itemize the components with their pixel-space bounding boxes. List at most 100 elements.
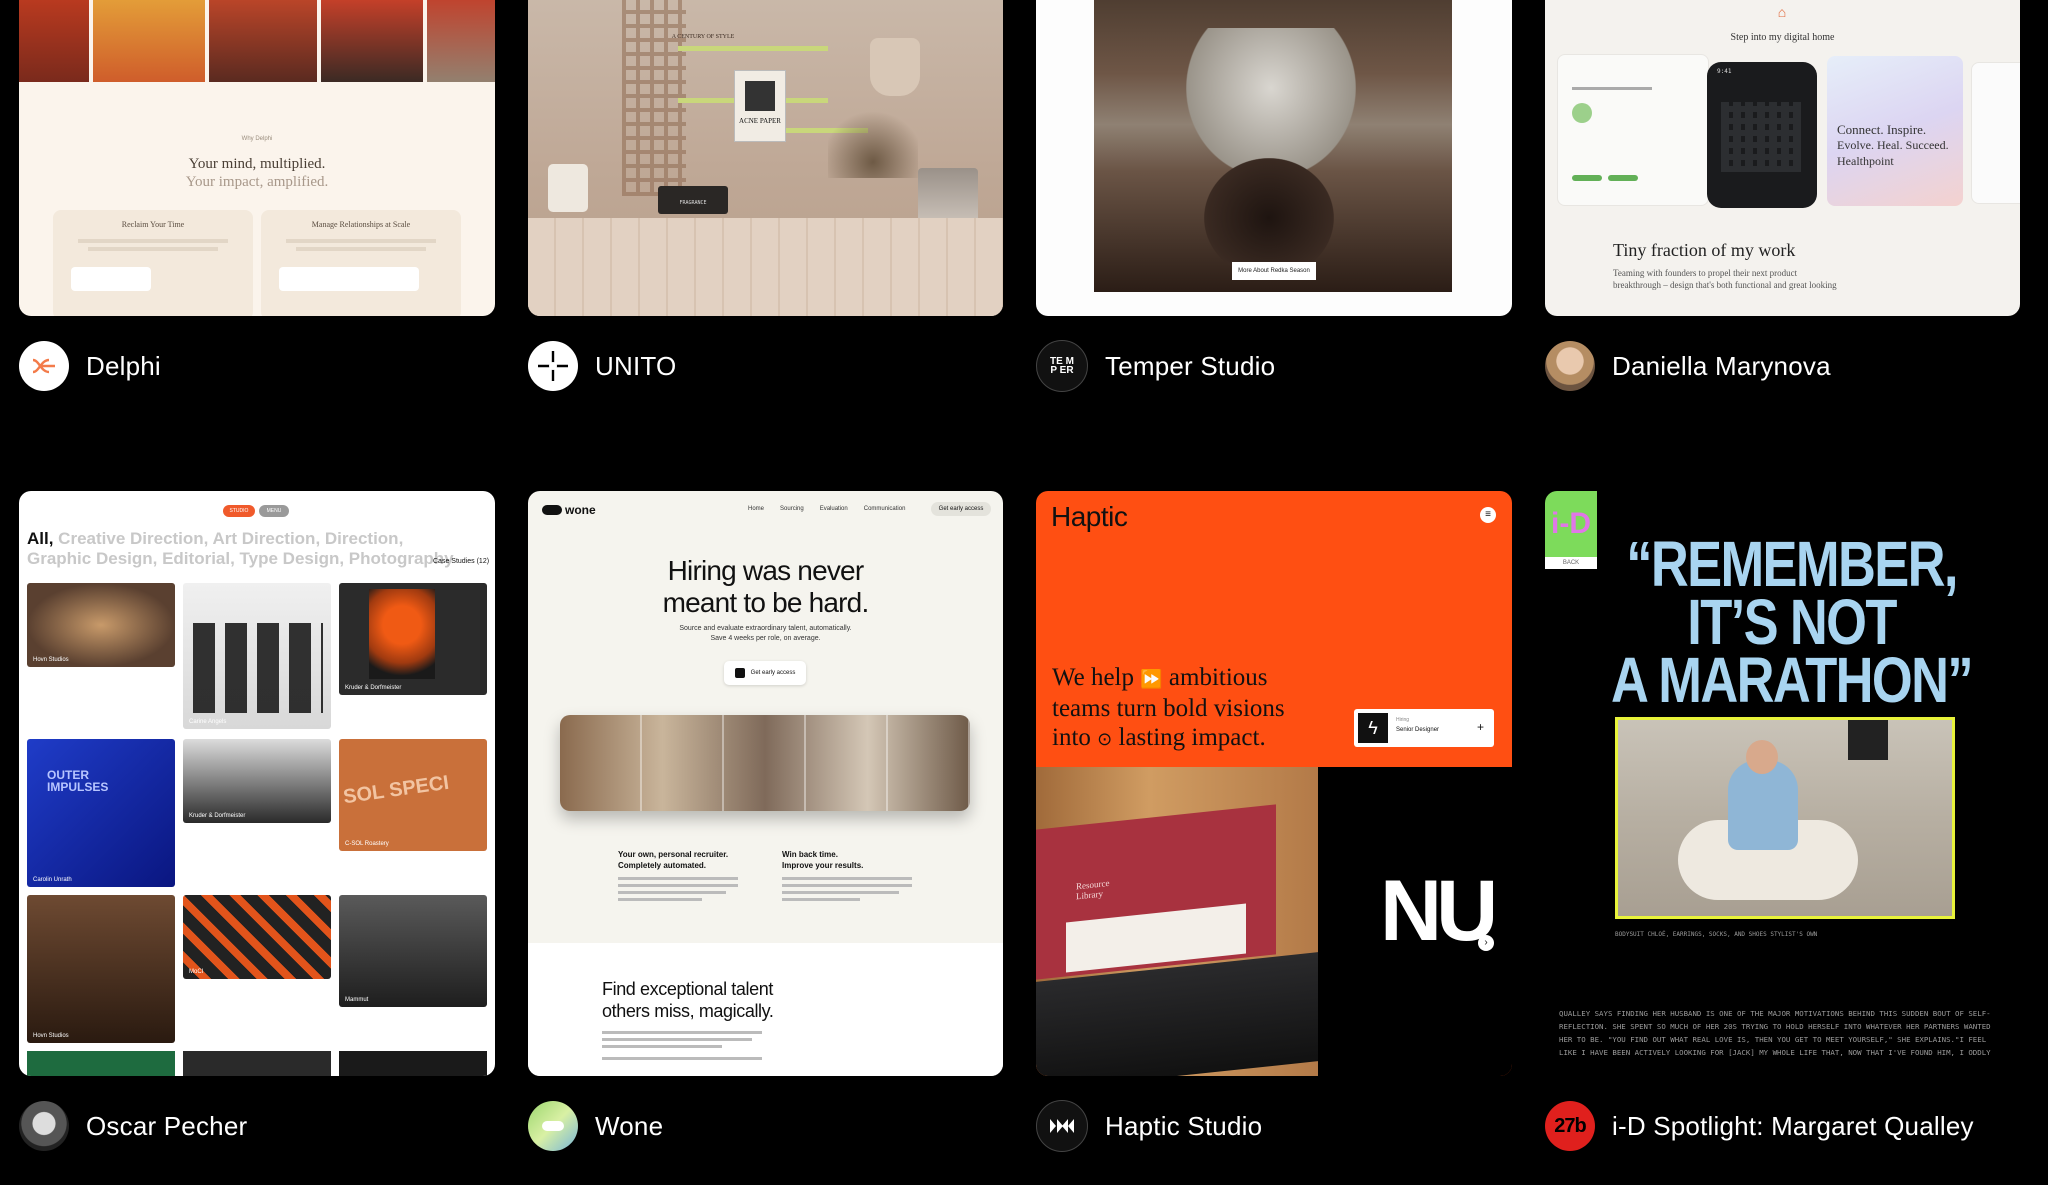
daniella-card[interactable]: ⌂ Step into my digital home 9:41 Connect… [1545, 0, 2020, 316]
nav-home[interactable]: Home [748, 506, 764, 512]
site-name: Temper Studio [1105, 350, 1276, 381]
haptic-label[interactable]: Haptic Studio [1036, 1100, 1262, 1152]
wone-label[interactable]: Wone [528, 1100, 663, 1152]
magazine: ACNE PAPER [734, 70, 786, 142]
studio-pill[interactable]: STUDIO [223, 505, 255, 517]
case-thumb-5[interactable]: Kruder & Dorfmeister [183, 739, 331, 823]
case-studies-label: Case Studies (12) [433, 558, 490, 565]
nav-sourcing[interactable]: Sourcing [780, 506, 804, 512]
haptic-logo-icon [1036, 1100, 1088, 1152]
id-27b-logo-icon: 27b [1545, 1101, 1595, 1151]
haptic-ring-icon: ⊙ [1097, 729, 1113, 749]
delphi-headline-2: Your impact, amplified. [185, 174, 329, 190]
wone-sub-2: Save 4 weeks per role, on average. [710, 635, 821, 642]
wone-lower-section: Find exceptional talent others miss, mag… [528, 943, 1003, 1076]
case-thumb-8[interactable]: MoCI [183, 895, 331, 979]
haptic-glyph-icon: ⏩ [1140, 669, 1163, 689]
vase [870, 38, 920, 96]
shelf-1 [678, 46, 828, 51]
haptic-card[interactable]: Haptic ≡ We help ⏩ ambitious teams turn … [1036, 491, 1512, 1076]
team-photo-5 [427, 0, 495, 82]
temper-card[interactable]: More About Redka Season [1036, 0, 1512, 316]
team-photo-1 [19, 0, 89, 82]
wone-headline-2: meant to be hard. [662, 587, 870, 618]
menu-pill[interactable]: MENU [259, 505, 289, 517]
laptop-photo: Resource Library [1036, 767, 1318, 1076]
feature-1-title: Your own, personal recruiter. Completely… [618, 850, 729, 870]
team-photo-3 [209, 0, 317, 82]
more-about-button[interactable]: More About Redka Season [1232, 262, 1316, 280]
case-thumb-9[interactable]: Mammut [339, 895, 487, 1007]
id-body: QUALLEY SAYS FINDING HER HUSBAND IS ONE … [1559, 1009, 1991, 1057]
case-thumb-6[interactable]: SOL SPECI C-SOL Roastery [339, 739, 487, 851]
haptic-menu-button[interactable]: ≡ [1480, 507, 1496, 523]
nav-communication[interactable]: Communication [864, 506, 906, 512]
oscar-label[interactable]: Oscar Pecher [19, 1100, 247, 1152]
book-title: A CENTURY OF STYLE [671, 34, 735, 40]
nav-evaluation[interactable]: Evaluation [820, 506, 848, 512]
daniella-kicker: Step into my digital home [1730, 32, 1835, 43]
dancer-photo [1094, 0, 1452, 292]
id-label[interactable]: 27b i-D Spotlight: Margaret Qualley [1545, 1100, 1974, 1152]
case-thumb-2[interactable]: Carine Angels [183, 583, 331, 729]
site-name: i-D Spotlight: Margaret Qualley [1612, 1110, 1974, 1141]
site-name: Delphi [86, 350, 161, 381]
filter-cats-1[interactable]: Creative Direction, Art Direction, Direc… [53, 529, 403, 548]
wone-logo-icon [528, 1101, 578, 1151]
wone-logo: wone [542, 503, 596, 517]
oscar-card[interactable]: STUDIO MENU All, Creative Direction, Art… [19, 491, 495, 1076]
feature-2-title: Win back time. Improve your results. [782, 850, 864, 870]
filter-cats-2[interactable]: Graphic Design, Editorial, Type Design, … [27, 549, 454, 568]
dried-flowers [828, 98, 918, 178]
mock-healthpoint-card: Connect. Inspire. Evolve. Heal. Succeed.… [1827, 56, 1963, 206]
haptic-tagline: We help ⏩ ambitious teams turn bold visi… [1052, 664, 1285, 751]
site-name: Haptic Studio [1105, 1110, 1263, 1141]
mock-phone: 9:41 [1707, 62, 1817, 208]
feature-2-body [782, 877, 912, 901]
case-thumb-7[interactable]: Hovn Studios [27, 895, 175, 1043]
id-photo [1615, 717, 1955, 919]
job-logo-icon: ϟ [1358, 713, 1388, 743]
case-thumb-1[interactable]: Hovn Studios [27, 583, 175, 667]
case-thumb-3[interactable]: Kruder & Dorfmeister [339, 583, 487, 695]
slider-next-icon[interactable]: › [1478, 935, 1494, 951]
id-credit: BODYSUIT CHLOÉ, EARRINGS, SOCKS, AND SHO… [1615, 931, 1818, 938]
wone-card[interactable]: wone Home Sourcing Evaluation Communicat… [528, 491, 1003, 1076]
temper-label[interactable]: TE MP ER Temper Studio [1036, 340, 1275, 392]
case-thumb-11[interactable] [183, 1051, 331, 1076]
daniella-heading: Tiny fraction of my work [1613, 240, 1796, 260]
unito-logo-icon [528, 341, 578, 391]
case-thumb-10[interactable] [27, 1051, 175, 1076]
wone-bottom-2: others miss, magically. [602, 1001, 774, 1021]
site-name: Wone [595, 1110, 664, 1141]
mock-left-screen [1557, 54, 1709, 206]
delphi-feature-col-2: Manage Relationships at Scale [261, 210, 461, 316]
delphi-feature-col-1: Reclaim Your Time [53, 210, 253, 316]
job-card[interactable]: ϟ Hiring Senior Designer + [1354, 709, 1494, 747]
unito-label[interactable]: UNITO [528, 340, 676, 392]
delphi-card[interactable]: Why Delphi Your mind, multiplied. Your i… [19, 0, 495, 316]
category-filter: All, Creative Direction, Art Direction, … [27, 529, 454, 569]
nav-cta-button[interactable]: Get early access [931, 502, 991, 516]
why-kicker: Why Delphi [241, 136, 273, 142]
id-card[interactable]: i-D BACK “REMEMBER, IT’S NOT A MARATHON”… [1545, 491, 2020, 1076]
team-photo-2 [93, 0, 205, 82]
wone-cta-button[interactable]: Get early access [724, 661, 806, 685]
case-thumb-12[interactable] [339, 1051, 487, 1076]
delphi-headline-1: Your mind, multiplied. [188, 156, 326, 172]
filter-all[interactable]: All, [27, 529, 53, 548]
daniella-sub-2: breakthrough – design that's both functi… [1613, 280, 1837, 290]
case-thumb-4[interactable]: OUTER IMPULSES Carolin Unrath [27, 739, 175, 887]
haptic-brand: Haptic [1051, 501, 1128, 532]
nu-logo-panel: NU › [1318, 767, 1512, 1076]
counter [528, 218, 1003, 316]
back-button[interactable]: BACK [1545, 557, 1597, 569]
wone-nav: Home Sourcing Evaluation Communication [748, 506, 905, 512]
wone-headline-1: Hiring was never [667, 555, 865, 586]
delphi-label[interactable]: Delphi [19, 340, 161, 392]
daniella-label[interactable]: Daniella Marynova [1545, 340, 1831, 392]
unito-card[interactable]: A CENTURY OF STYLE ACNE PAPER FRAGRANCE [528, 0, 1003, 316]
temper-studio-logo-icon: TE MP ER [1036, 340, 1088, 392]
job-plus-button[interactable]: + [1477, 720, 1484, 734]
id-logo[interactable]: i-D [1545, 491, 1597, 557]
